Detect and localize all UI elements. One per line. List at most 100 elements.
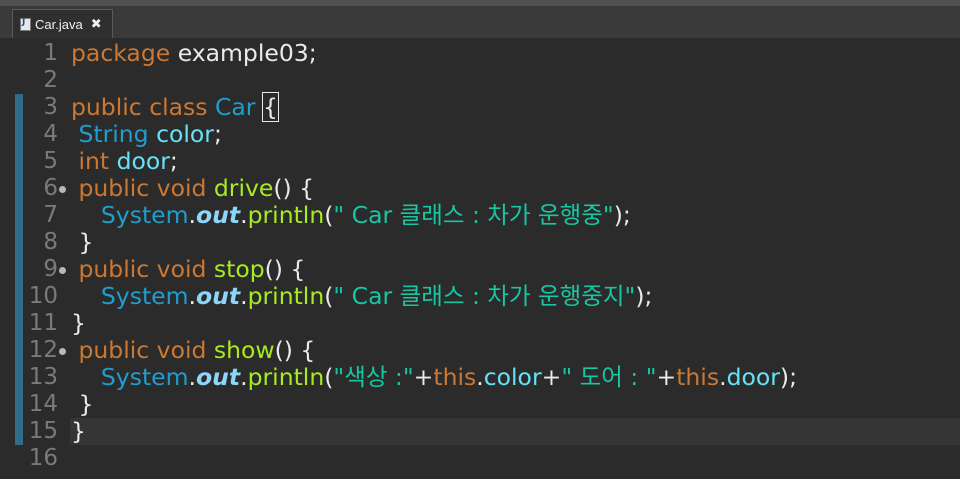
code-token: ; xyxy=(308,39,317,67)
code-token: println xyxy=(247,201,325,229)
fold-collapse-icon[interactable] xyxy=(59,186,66,193)
code-token: println xyxy=(247,282,325,310)
code-token: { xyxy=(261,92,279,122)
close-icon[interactable]: ✖ xyxy=(91,17,102,32)
line-number: 13 xyxy=(28,364,58,390)
code-token: show xyxy=(213,336,275,364)
line-number: 7 xyxy=(43,202,58,228)
code-token: . xyxy=(240,363,248,391)
code-line[interactable]: int door; xyxy=(71,147,178,175)
line-number: 6 xyxy=(43,175,58,201)
code-line[interactable]: public class Car { xyxy=(71,92,279,122)
code-line[interactable]: public void stop() { xyxy=(71,256,305,283)
code-token: public xyxy=(71,174,157,202)
code-token: . xyxy=(240,282,248,310)
tab-label: Car.java xyxy=(35,16,83,32)
code-token: drive xyxy=(213,174,274,202)
line-number: 9 xyxy=(43,256,58,282)
code-token: example03 xyxy=(177,39,309,67)
code-token: this xyxy=(433,363,477,391)
code-token: . xyxy=(476,363,484,391)
line-number: 4 xyxy=(43,121,58,147)
code-token: color xyxy=(483,363,542,391)
code-token: Car xyxy=(215,93,263,121)
code-token: () { xyxy=(273,174,315,202)
line-number: 11 xyxy=(28,310,58,336)
code-token: " 도어 : " xyxy=(561,363,657,391)
code-line[interactable]: System.out.println(" Car 클래스 : 차가 운행중지")… xyxy=(71,282,653,310)
java-file-icon xyxy=(20,17,31,31)
code-token: println xyxy=(247,363,325,391)
code-token: " Car 클래스 : 차가 운행중" xyxy=(333,201,614,229)
tab-car-java[interactable]: Car.java ✖ xyxy=(12,9,113,38)
code-token: "색상 :" xyxy=(333,363,414,391)
code-token: void xyxy=(156,174,214,202)
code-token: . xyxy=(188,282,196,310)
editor-tab-bar: Car.java ✖ xyxy=(0,0,960,38)
code-token: . xyxy=(188,201,196,229)
code-token: ); xyxy=(613,201,631,229)
code-token: ); xyxy=(635,282,653,310)
code-token: this xyxy=(676,363,720,391)
code-token: int xyxy=(71,147,117,175)
code-line[interactable]: System.out.println("색상 :"+this.color+" 도… xyxy=(71,364,797,391)
code-editor[interactable]: 1 package example03; 2 3 public class Car {4… xyxy=(0,38,960,479)
code-line[interactable]: package example03; xyxy=(71,40,317,67)
code-token: out xyxy=(196,201,241,229)
code-token: + xyxy=(656,363,677,391)
code-line[interactable]: } xyxy=(71,418,86,445)
code-line[interactable]: public void drive() { xyxy=(71,175,314,202)
code-line[interactable]: System.out.println(" Car 클래스 : 차가 운행중"); xyxy=(71,202,631,229)
code-token: } xyxy=(71,228,94,256)
fold-collapse-icon[interactable] xyxy=(59,267,66,274)
code-token: . xyxy=(719,363,727,391)
code-token: ; xyxy=(169,147,178,175)
code-token: ); xyxy=(779,363,798,391)
code-token: () { xyxy=(274,336,316,364)
code-token: . xyxy=(240,201,248,229)
code-token: ; xyxy=(213,120,222,148)
current-line-highlight xyxy=(70,418,960,445)
line-number: 14 xyxy=(28,391,58,417)
code-line[interactable]: } xyxy=(71,310,86,337)
code-token: } xyxy=(71,417,86,445)
line-number: 12 xyxy=(28,337,58,363)
code-token: } xyxy=(71,309,86,337)
line-number: 3 xyxy=(43,94,58,120)
code-token: door xyxy=(116,147,170,175)
code-token: System xyxy=(71,201,189,229)
line-number: 8 xyxy=(43,229,58,255)
code-token: + xyxy=(413,363,434,391)
code-token: public xyxy=(71,93,150,121)
code-token: color xyxy=(156,120,214,148)
code-line[interactable]: String color; xyxy=(71,120,222,148)
code-token: () { xyxy=(264,255,306,283)
code-token: public xyxy=(71,255,157,283)
line-number: 10 xyxy=(28,283,58,309)
code-token: System xyxy=(71,363,189,391)
code-token: public xyxy=(71,336,157,364)
line-number: 15 xyxy=(28,418,58,444)
code-token: door xyxy=(726,363,780,391)
code-token: stop xyxy=(213,255,265,283)
fold-collapse-icon[interactable] xyxy=(59,348,66,355)
code-token: " Car 클래스 : 차가 운행중지" xyxy=(333,282,636,310)
code-token: + xyxy=(541,363,562,391)
code-line[interactable]: public void show() { xyxy=(71,337,315,364)
code-token: void xyxy=(156,336,214,364)
title-strip xyxy=(0,0,960,6)
line-number: 16 xyxy=(28,445,58,471)
code-token: . xyxy=(188,363,196,391)
code-token: System xyxy=(71,282,189,310)
line-number: 5 xyxy=(43,148,58,174)
code-line[interactable]: } xyxy=(71,229,93,256)
code-token: String xyxy=(71,120,157,148)
line-number: 2 xyxy=(43,67,58,93)
code-token: out xyxy=(196,282,241,310)
code-line[interactable]: } xyxy=(71,391,93,418)
code-token: class xyxy=(149,93,215,121)
code-token: void xyxy=(156,255,214,283)
code-token: out xyxy=(196,363,241,391)
code-token: package xyxy=(71,39,178,67)
code-token: } xyxy=(71,390,94,418)
